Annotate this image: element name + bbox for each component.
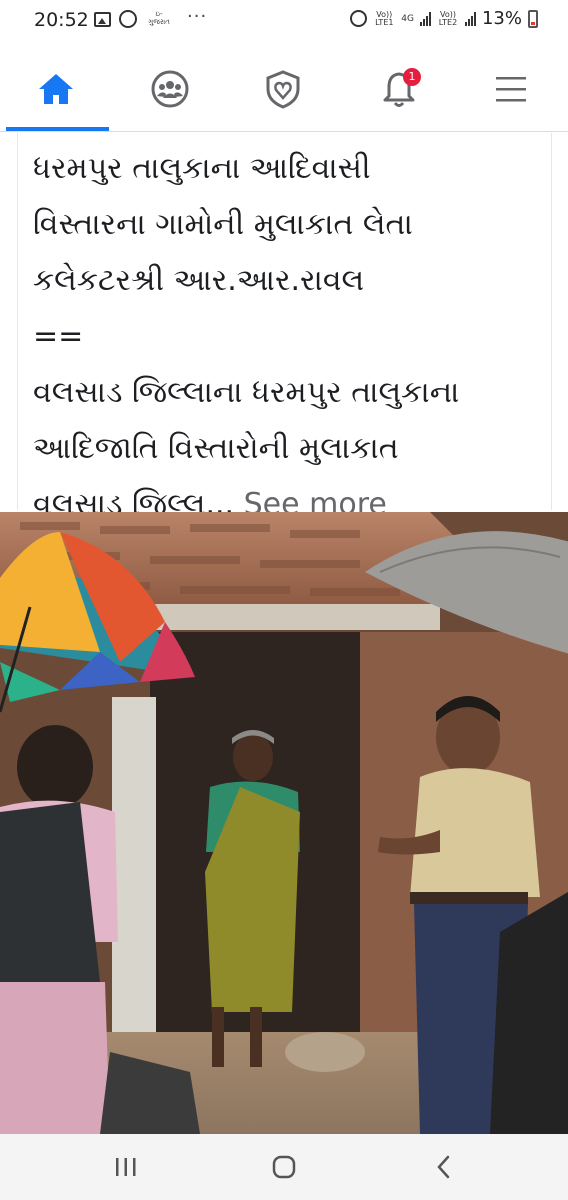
status-right-icons: Vo)) LTE1 4G Vo)) LTE2 13% <box>350 8 538 29</box>
photo-scene <box>0 512 568 1134</box>
recent-apps-icon <box>116 1158 136 1176</box>
nav-menu-tab[interactable] <box>486 64 536 114</box>
active-tab-indicator <box>6 127 109 131</box>
system-back-button[interactable] <box>424 1148 464 1186</box>
signal-2-icon <box>464 11 476 26</box>
whatsapp-icon <box>119 10 137 28</box>
post-line: == <box>33 319 84 354</box>
post-photo[interactable] <box>0 512 568 1134</box>
recent-apps-button[interactable] <box>106 1148 146 1186</box>
post-line: વલસાડ જિલ્લાના ધરમપુર તાલુકાના <box>33 375 460 410</box>
post-text[interactable]: ધરમપુર તાલુકાના આદિવાસી વિસ્તારના ગામોની… <box>33 141 548 533</box>
dating-heart-shield-icon <box>266 70 300 109</box>
battery-percent: 13% <box>481 8 522 29</box>
nav-dating-tab[interactable] <box>258 64 308 114</box>
app-notification-icon: ઇ-ગુજરાત <box>148 10 170 26</box>
status-bar: 20:52 ઇ-ગુજરાત ··· Vo)) LTE1 4G Vo)) LTE… <box>0 0 568 42</box>
post-line: વિસ્તારના ગામોની મુલાકાત લેતા <box>33 207 413 242</box>
sim1-label: Vo)) LTE1 <box>375 9 394 27</box>
post-body: ધરમપુર તાલુકાના આદિવાસી વિસ્તારના ગામોની… <box>17 133 552 522</box>
system-nav-bar <box>0 1134 568 1200</box>
gallery-icon <box>94 11 111 27</box>
more-notifications-icon: ··· <box>187 5 208 27</box>
home-icon <box>39 74 73 104</box>
signal-icon <box>419 11 431 26</box>
notification-badge: 1 <box>403 68 421 86</box>
hamburger-menu-icon <box>496 77 526 102</box>
system-home-button[interactable] <box>264 1148 304 1186</box>
nav-groups-tab[interactable] <box>145 64 195 114</box>
nav-home-tab[interactable] <box>31 64 81 114</box>
groups-icon <box>151 70 189 108</box>
network-type: 4G <box>401 13 414 24</box>
post-line: કલેકટરશ્રી આર.આર.રાવલ <box>33 263 365 298</box>
nav-notifications-tab[interactable]: 1 <box>374 64 424 114</box>
post-line: ધરમપુર તાલુકાના આદિવાસી <box>33 151 371 186</box>
status-time: 20:52 <box>34 9 89 31</box>
battery-icon <box>528 9 538 28</box>
post-line: આદિજાતિ વિસ્તારોની મુલાકાત <box>33 431 399 466</box>
alarm-icon <box>350 10 368 27</box>
back-chevron-icon <box>437 1155 450 1179</box>
sim2-label: Vo)) LTE2 <box>438 9 458 27</box>
app-nav-bar: 1 <box>0 42 568 132</box>
home-circle-icon <box>272 1155 296 1179</box>
status-left-icons: ઇ-ગુજરાત ··· <box>94 6 207 28</box>
